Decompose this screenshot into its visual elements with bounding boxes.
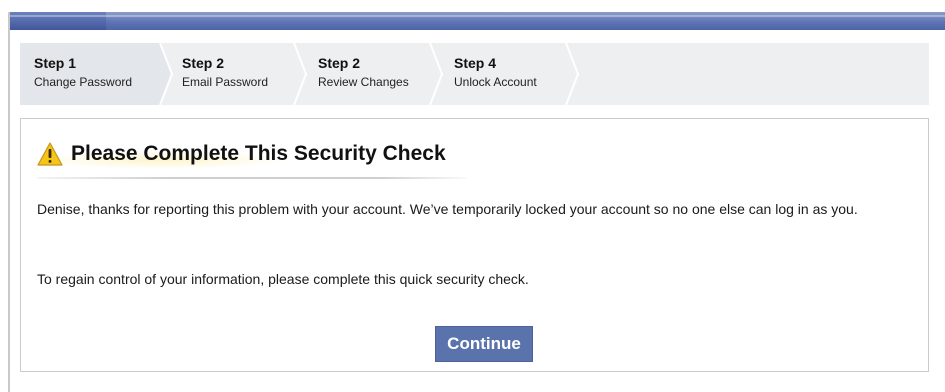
step-2-chevron [293,43,308,105]
title-bar [10,12,945,30]
warning-icon [37,142,63,166]
step-2: Step 2 Email Password [170,43,310,105]
step-1-label: Change Password [34,75,133,89]
step-progress-bar: Step 1 Change Password Step 2 Email Pass… [20,43,929,105]
step-4-chevron [565,43,580,105]
step-3-number: Step 2 [318,55,361,71]
continue-button[interactable]: Continue [435,326,533,362]
security-check-panel: Please Complete This Security Check Deni… [20,118,929,372]
step-2-number: Step 2 [182,55,225,71]
step-4-label: Unlock Account [454,75,537,89]
step-1-number: Step 1 [34,55,77,71]
message-paragraph-1: Denise, thanks for reporting this proble… [37,201,858,217]
step-3: Step 2 Review Changes [306,43,446,105]
panel-heading: Please Complete This Security Check [37,139,446,169]
step-3-chevron [429,43,444,105]
step-4-number: Step 4 [454,55,497,71]
message-paragraph-2: To regain control of your information, p… [37,271,529,287]
step-4: Step 4 Unlock Account [442,43,582,105]
heading-divider [37,177,467,179]
step-1: Step 1 Change Password [20,43,174,105]
page-title: Please Complete This Security Check [71,142,446,165]
step-1-chevron [20,43,174,105]
step-3-label: Review Changes [318,75,409,89]
step-2-label: Email Password [182,75,269,89]
